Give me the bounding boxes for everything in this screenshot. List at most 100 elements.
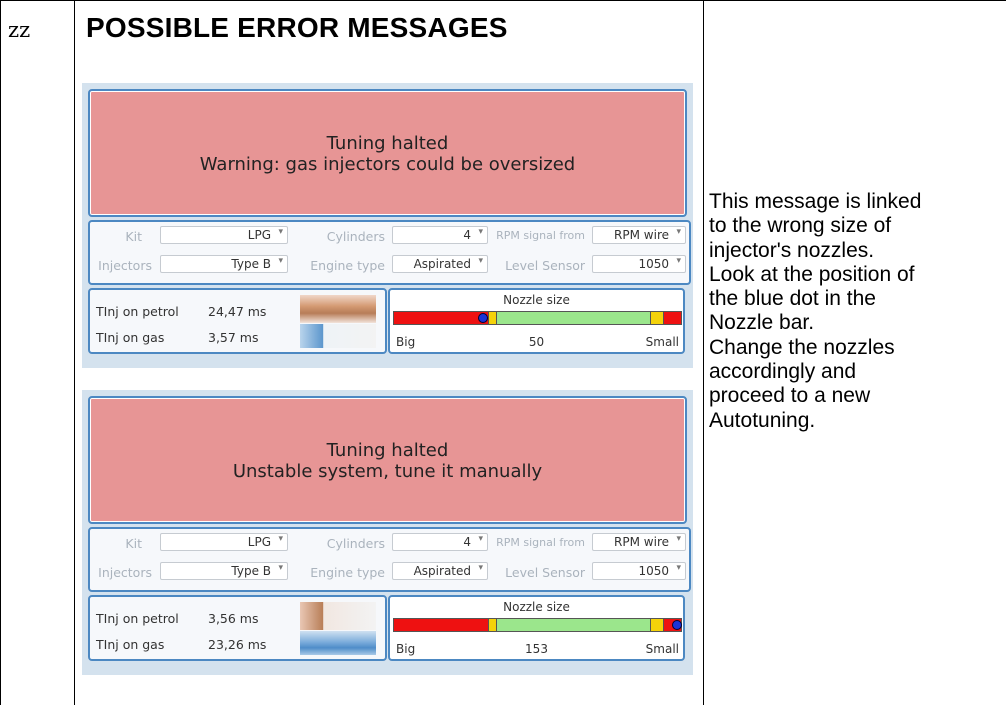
rpm-label: RPM signal from [496, 536, 585, 549]
table-border-col1 [74, 0, 75, 705]
chevron-down-icon: ▾ [676, 227, 681, 237]
chevron-down-icon: ▾ [478, 256, 483, 266]
bar-green [496, 311, 651, 325]
nozzle-value: 153 [525, 642, 548, 656]
kit-label: Kit [125, 536, 142, 551]
bar-red-left [393, 618, 489, 632]
kit-label: Kit [125, 229, 142, 244]
note-line: This message is linked [709, 190, 922, 213]
cylinders-value: 4 [463, 535, 471, 549]
chevron-down-icon: ▾ [278, 256, 283, 266]
kit-select[interactable]: LPG ▾ [160, 226, 288, 244]
alert-title: Tuning halted [326, 440, 449, 461]
note-line: proceed to a new [709, 384, 871, 408]
cylinders-select[interactable]: 4 ▾ [392, 533, 488, 551]
bar-yellow-right [650, 618, 664, 632]
bar-red-left [393, 311, 489, 325]
chevron-down-icon: ▾ [278, 534, 283, 544]
rpm-select[interactable]: RPM wire ▾ [592, 226, 686, 244]
tinj-gas-value: 23,26 ms [208, 637, 267, 652]
screenshot-panel-unstable: Tuning halted Unstable system, tune it m… [82, 390, 693, 675]
alert-message: Tuning halted Unstable system, tune it m… [90, 440, 685, 482]
injection-time-panel: TInj on petrol 3,56 ms TInj on gas 23,26… [88, 595, 387, 661]
level-label: Level Sensor [505, 258, 585, 273]
injection-time-panel: TInj on petrol 24,47 ms TInj on gas 3,57… [88, 288, 387, 354]
screenshot-panel-oversized: Tuning halted Warning: gas injectors cou… [82, 83, 693, 368]
chevron-down-icon: ▾ [478, 227, 483, 237]
rpm-value: RPM wire [614, 535, 669, 549]
level-value: 1050 [638, 257, 669, 271]
note-line: Look at the position of [709, 262, 915, 286]
note-line: the blue dot in the [709, 287, 876, 311]
alert-banner: Tuning halted Unstable system, tune it m… [88, 396, 687, 524]
settings-panel: Kit LPG ▾ Cylinders 4 ▾ RPM signal from RP… [88, 527, 691, 592]
engine-label: Engine type [310, 258, 385, 273]
explanation-text: This message is linked to the wrong size… [709, 190, 1006, 433]
injectors-label: Injectors [98, 565, 152, 580]
note-line: Nozzle bar. [709, 311, 815, 335]
injectors-label: Injectors [98, 258, 152, 273]
table-border-col2 [703, 0, 704, 705]
tinj-gas-label: TInj on gas [96, 330, 165, 345]
nozzle-value: 50 [528, 335, 545, 349]
settings-panel: Kit LPG ▾ Cylinders 4 ▾ RPM signal from RP… [88, 220, 691, 285]
level-value: 1050 [638, 564, 669, 578]
bar-green [496, 618, 651, 632]
injectors-select[interactable]: Type B ▾ [160, 562, 288, 580]
injectors-value: Type B [231, 257, 271, 271]
nozzle-small-label: Small [645, 642, 679, 656]
tinj-gas-label: TInj on gas [96, 637, 165, 652]
cylinders-label: Cylinders [326, 536, 385, 551]
nozzle-bar [393, 618, 682, 632]
chevron-down-icon: ▾ [676, 534, 681, 544]
engine-select[interactable]: Aspirated ▾ [392, 255, 488, 273]
alert-message: Tuning halted Warning: gas injectors cou… [90, 133, 685, 175]
section-heading: POSSIBLE ERROR MESSAGES [86, 12, 508, 43]
chevron-down-icon: ▾ [278, 563, 283, 573]
tinj-petrol-label: TInj on petrol [96, 304, 179, 319]
note-line: injector's nozzles. [709, 238, 875, 262]
bar-yellow-right [650, 311, 664, 325]
chevron-down-icon: ▾ [676, 256, 681, 266]
table-border-top [0, 0, 1006, 1]
tinj-petrol-value: 3,56 ms [208, 611, 259, 626]
rpm-select[interactable]: RPM wire ▾ [592, 533, 686, 551]
rpm-label: RPM signal from [496, 229, 585, 242]
level-select[interactable]: 1050 ▾ [592, 562, 686, 580]
cylinders-select[interactable]: 4 ▾ [392, 226, 488, 244]
chevron-down-icon: ▾ [478, 563, 483, 573]
alert-detail: Warning: gas injectors could be oversize… [199, 154, 576, 175]
nozzle-size-gauge: Nozzle size Big 50 Small [388, 288, 685, 354]
nozzle-small-label: Small [645, 335, 679, 349]
rpm-value: RPM wire [614, 228, 669, 242]
nozzle-title: Nozzle size [503, 293, 570, 307]
nozzle-title: Nozzle size [503, 600, 570, 614]
table-border-left [0, 0, 1, 705]
note-line: accordingly and [709, 360, 857, 384]
petrol-level-bar [300, 602, 376, 630]
level-label: Level Sensor [505, 565, 585, 580]
kit-select[interactable]: LPG ▾ [160, 533, 288, 551]
alert-detail: Unstable system, tune it manually [232, 461, 543, 482]
engine-select[interactable]: Aspirated ▾ [392, 562, 488, 580]
gas-level-bar [300, 324, 376, 348]
gas-level-bar [300, 631, 376, 655]
petrol-level-bar [300, 295, 376, 323]
chevron-down-icon: ▾ [478, 534, 483, 544]
row-label: zz [8, 18, 31, 42]
cylinders-label: Cylinders [326, 229, 385, 244]
tinj-petrol-value: 24,47 ms [208, 304, 267, 319]
tinj-petrol-label: TInj on petrol [96, 611, 179, 626]
engine-value: Aspirated [413, 257, 471, 271]
injectors-value: Type B [231, 564, 271, 578]
cylinders-value: 4 [463, 228, 471, 242]
note-line: Autotuning. [709, 408, 816, 432]
engine-label: Engine type [310, 565, 385, 580]
kit-value: LPG [247, 535, 271, 549]
kit-value: LPG [247, 228, 271, 242]
nozzle-position-dot [672, 620, 682, 630]
level-select[interactable]: 1050 ▾ [592, 255, 686, 273]
engine-value: Aspirated [413, 564, 471, 578]
tinj-gas-value: 3,57 ms [208, 330, 259, 345]
injectors-select[interactable]: Type B ▾ [160, 255, 288, 273]
